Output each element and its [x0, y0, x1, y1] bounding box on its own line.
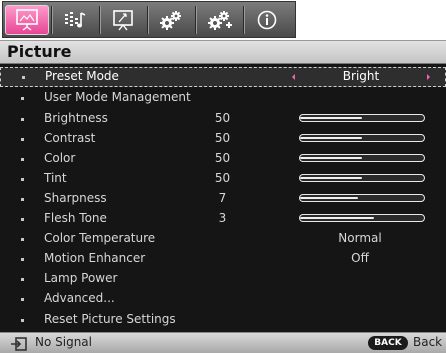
- menu-item-color[interactable]: Color 50: [0, 149, 446, 169]
- tab-system-setup[interactable]: [149, 5, 193, 35]
- menu-item-label: Flesh Tone: [44, 211, 107, 225]
- tint-slider[interactable]: [299, 174, 425, 182]
- brightness-slider[interactable]: [299, 114, 425, 122]
- bullet-icon: [21, 198, 24, 201]
- menu-item-value: Bright: [342, 69, 380, 83]
- menu-item-label: Lamp Power: [44, 271, 118, 285]
- bullet-icon: [21, 178, 24, 181]
- menu-item-number: 50: [214, 111, 231, 125]
- slider-fill: [300, 217, 375, 219]
- tab-separator: [195, 6, 196, 34]
- slider-fill: [300, 197, 359, 199]
- menu-item-number: 3: [218, 211, 227, 225]
- menu-item-color-temperature[interactable]: Color Temperature Normal: [0, 229, 446, 249]
- contrast-slider[interactable]: [299, 134, 425, 142]
- sharpness-slider[interactable]: [299, 194, 425, 202]
- bullet-icon: [21, 278, 24, 281]
- slider-fill: [300, 137, 362, 139]
- tab-audio[interactable]: [53, 5, 97, 35]
- menu-item-number: 50: [214, 131, 231, 145]
- menu-item-value: Normal: [338, 231, 382, 245]
- tab-display[interactable]: [101, 5, 145, 35]
- slider-fill: [300, 177, 362, 179]
- signal-status-text: No Signal: [35, 335, 92, 349]
- page-title: Picture: [7, 42, 72, 61]
- menu-item-number: 7: [218, 191, 227, 205]
- menu-item-label: Sharpness: [44, 191, 107, 205]
- menu-item-value: Off: [351, 251, 369, 265]
- bullet-icon: [21, 158, 24, 161]
- tab-picture[interactable]: [5, 5, 49, 35]
- menu-item-user-mode-management[interactable]: User Mode Management: [0, 88, 446, 108]
- menu-item-label: Color Temperature: [44, 231, 156, 245]
- menu-item-advanced[interactable]: Advanced...: [0, 289, 446, 309]
- menu-item-number: 50: [214, 171, 231, 185]
- back-button[interactable]: BACK: [368, 336, 408, 350]
- tabs-frame: [2, 1, 296, 38]
- menu-panel: Preset Mode Bright User Mode Management …: [0, 64, 446, 332]
- menu-item-contrast[interactable]: Contrast 50: [0, 129, 446, 149]
- bullet-icon: [21, 298, 24, 301]
- tab-advanced-setup[interactable]: [197, 5, 241, 35]
- bullet-icon: [21, 319, 24, 322]
- tab-separator: [147, 6, 148, 34]
- tab-separator: [51, 6, 52, 34]
- tab-separator: [243, 6, 244, 34]
- tab-separator: [99, 6, 100, 34]
- menu-item-label: Color: [44, 151, 76, 165]
- slider-fill: [300, 157, 362, 159]
- menu-item-label: User Mode Management: [44, 90, 191, 104]
- audio-eq-icon: [65, 12, 86, 28]
- advanced-gears-icon: [208, 11, 232, 30]
- menu-item-label: Motion Enhancer: [44, 251, 146, 265]
- back-label: Back: [413, 335, 443, 349]
- menu-item-number: 50: [214, 151, 231, 165]
- menu-item-label: Preset Mode: [45, 69, 119, 83]
- picture-screen-icon: [16, 9, 38, 31]
- menu-item-label: Contrast: [44, 131, 96, 145]
- menu-title-bar: Picture: [0, 40, 446, 64]
- bullet-icon: [21, 238, 24, 241]
- menu-item-reset-picture-settings[interactable]: Reset Picture Settings: [0, 310, 446, 330]
- info-icon: [257, 10, 277, 30]
- menu-item-sharpness[interactable]: Sharpness 7: [0, 189, 446, 209]
- menu-item-motion-enhancer[interactable]: Motion Enhancer Off: [0, 249, 446, 269]
- menu-item-label: Brightness: [44, 111, 108, 125]
- menu-item-lamp-power[interactable]: Lamp Power: [0, 269, 446, 289]
- bullet-icon: [21, 97, 24, 100]
- bullet-icon: [22, 76, 25, 79]
- tab-information[interactable]: [245, 5, 289, 35]
- menu-item-preset-mode[interactable]: Preset Mode Bright: [0, 67, 446, 87]
- arrow-right-icon[interactable]: [427, 74, 430, 80]
- arrow-left-icon[interactable]: [292, 74, 295, 80]
- bullet-icon: [21, 118, 24, 121]
- menu-item-tint[interactable]: Tint 50: [0, 169, 446, 189]
- system-gears-icon: [160, 11, 181, 30]
- bullet-icon: [21, 218, 24, 221]
- flesh-tone-slider[interactable]: [299, 214, 425, 222]
- slider-fill: [300, 117, 362, 119]
- projector-osd: Picture Preset Mode Bright User Mode Man…: [0, 0, 446, 353]
- bullet-icon: [21, 258, 24, 261]
- menu-item-label: Reset Picture Settings: [44, 312, 176, 326]
- bullet-icon: [21, 138, 24, 141]
- color-slider[interactable]: [299, 154, 425, 162]
- menu-item-label: Advanced...: [44, 291, 115, 305]
- menu-item-flesh-tone[interactable]: Flesh Tone 3: [0, 209, 446, 229]
- status-bar: No Signal BACK Back: [0, 332, 446, 353]
- menu-item-brightness[interactable]: Brightness 50: [0, 109, 446, 129]
- menu-item-label: Tint: [44, 171, 67, 185]
- input-source-icon: [10, 336, 28, 353]
- menu-tab-bar: [0, 0, 446, 40]
- display-screen-icon: [113, 10, 133, 31]
